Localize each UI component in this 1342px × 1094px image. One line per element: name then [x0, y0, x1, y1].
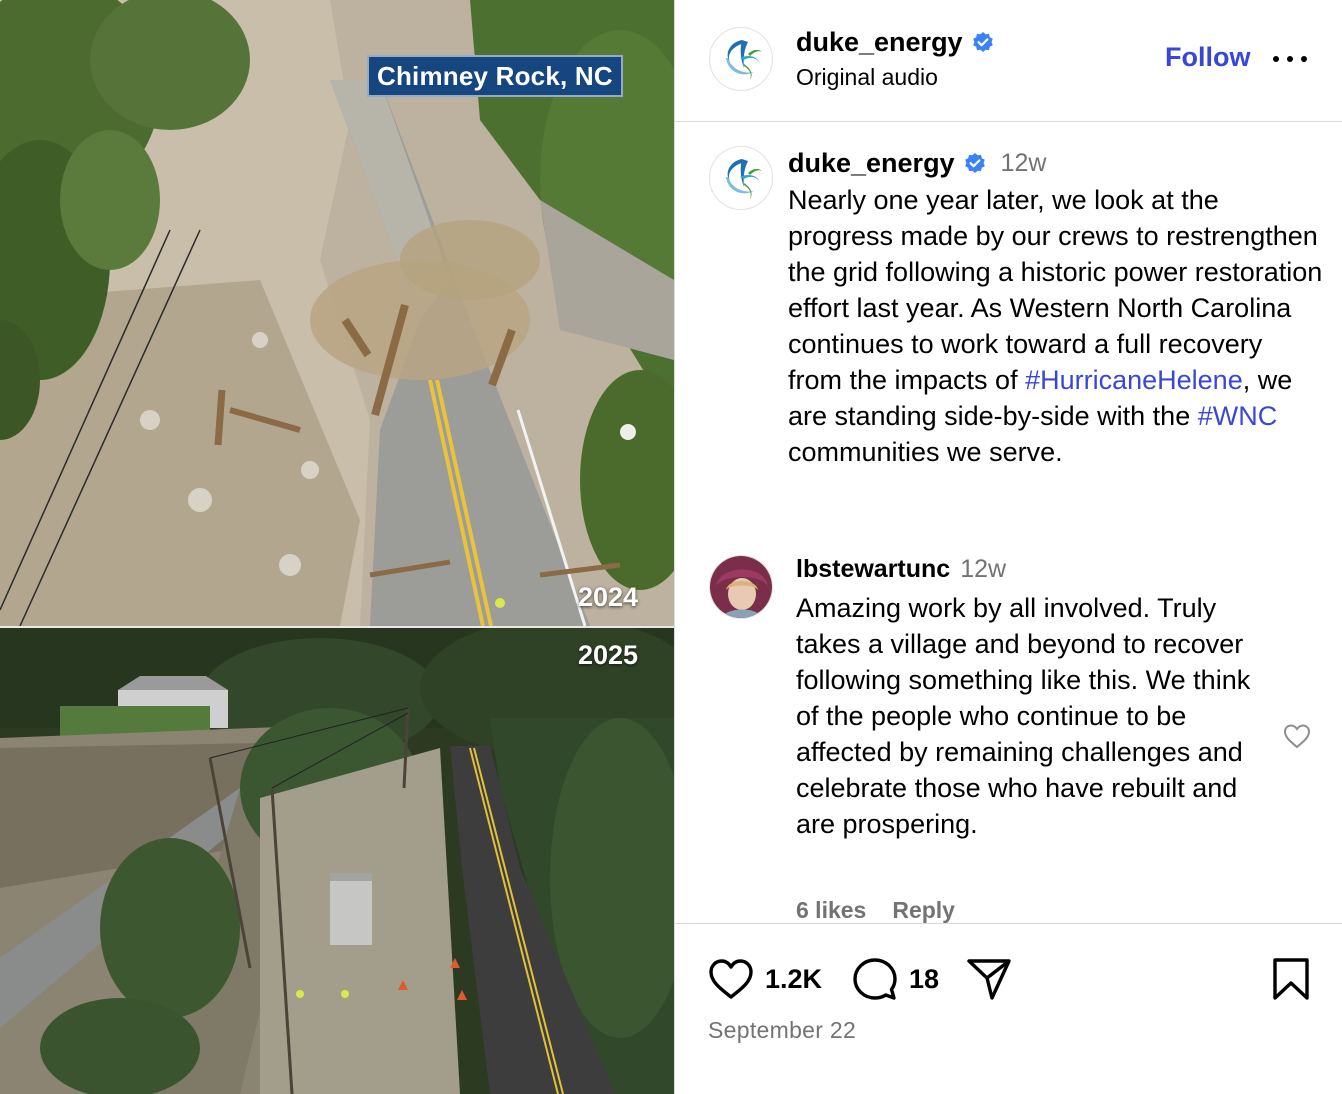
comment-name-row: lbstewartunc 12w	[796, 555, 1006, 584]
save-button[interactable]	[1269, 954, 1313, 1004]
rebuilt-road-image	[0, 628, 674, 1094]
photo-2024: Chimney Rock, NC 2024	[0, 0, 674, 626]
user-photo-icon	[710, 556, 772, 618]
photo-2025: 2025	[0, 628, 674, 1094]
comment-meta: 6 likes Reply	[796, 897, 955, 923]
comments-scroll-area[interactable]: duke_energy 12w Nearly one year later, w…	[675, 122, 1342, 923]
caption-timestamp: 12w	[1000, 149, 1047, 177]
post-header: duke_energy Original audio Follow	[675, 0, 1342, 122]
more-options-icon[interactable]	[1273, 42, 1307, 76]
likes-count[interactable]: 1.2K	[765, 964, 822, 995]
comment-username[interactable]: lbstewartunc	[796, 555, 950, 584]
commenter-avatar[interactable]	[709, 555, 773, 619]
caption-text-part: communities we serve.	[788, 437, 1063, 467]
like-button[interactable]: 1.2K	[707, 954, 822, 1004]
caption-name-row: duke_energy 12w	[788, 148, 1046, 179]
header-name-row: duke_energy	[796, 27, 995, 58]
caption-text-part: Nearly one year later, we look at the pr…	[788, 185, 1323, 395]
comment-text: Amazing work by all involved. Truly take…	[796, 593, 1251, 839]
duke-energy-logo-icon	[726, 159, 762, 199]
dot	[1287, 56, 1293, 62]
follow-button[interactable]: Follow	[1165, 42, 1250, 73]
duke-energy-logo-icon	[726, 40, 762, 80]
header-username[interactable]: duke_energy	[796, 27, 963, 58]
dot	[1301, 56, 1307, 62]
action-bar: 1.2K 18 September 22	[675, 923, 1342, 1094]
post-sidebar: duke_energy Original audio Follow duke_e…	[674, 0, 1342, 1094]
verified-badge-icon	[972, 31, 993, 52]
hashtag-link[interactable]: #HurricaneHelene	[1025, 365, 1243, 395]
hashtag-link[interactable]: #WNC	[1198, 401, 1278, 431]
reply-button[interactable]: Reply	[892, 897, 955, 923]
caption-avatar[interactable]	[709, 146, 773, 210]
heart-icon	[709, 959, 753, 999]
share-send-icon	[967, 959, 1011, 1000]
year-label-2024: 2024	[578, 582, 639, 612]
heart-outline-icon[interactable]	[1281, 720, 1313, 752]
dot	[1273, 56, 1279, 62]
audio-label[interactable]: Original audio	[796, 64, 938, 91]
caption-username[interactable]: duke_energy	[788, 148, 955, 179]
post-date: September 22	[708, 1017, 857, 1043]
profile-avatar[interactable]	[709, 27, 773, 91]
post-media[interactable]: Chimney Rock, NC 2024 2025	[0, 0, 674, 1094]
share-button[interactable]	[965, 954, 1013, 1004]
location-label: Chimney Rock, NC	[367, 55, 623, 97]
comment-timestamp: 12w	[960, 555, 1007, 583]
comment-bubble-icon	[853, 958, 897, 1000]
year-label-2025: 2025	[578, 640, 639, 670]
caption-text: Nearly one year later, we look at the pr…	[788, 182, 1323, 470]
verified-badge-icon	[964, 152, 985, 173]
comment-button[interactable]: 18	[851, 954, 939, 1004]
comments-count[interactable]: 18	[909, 964, 939, 995]
comment-likes-count[interactable]: 6 likes	[796, 897, 866, 923]
bookmark-icon	[1273, 958, 1309, 1000]
